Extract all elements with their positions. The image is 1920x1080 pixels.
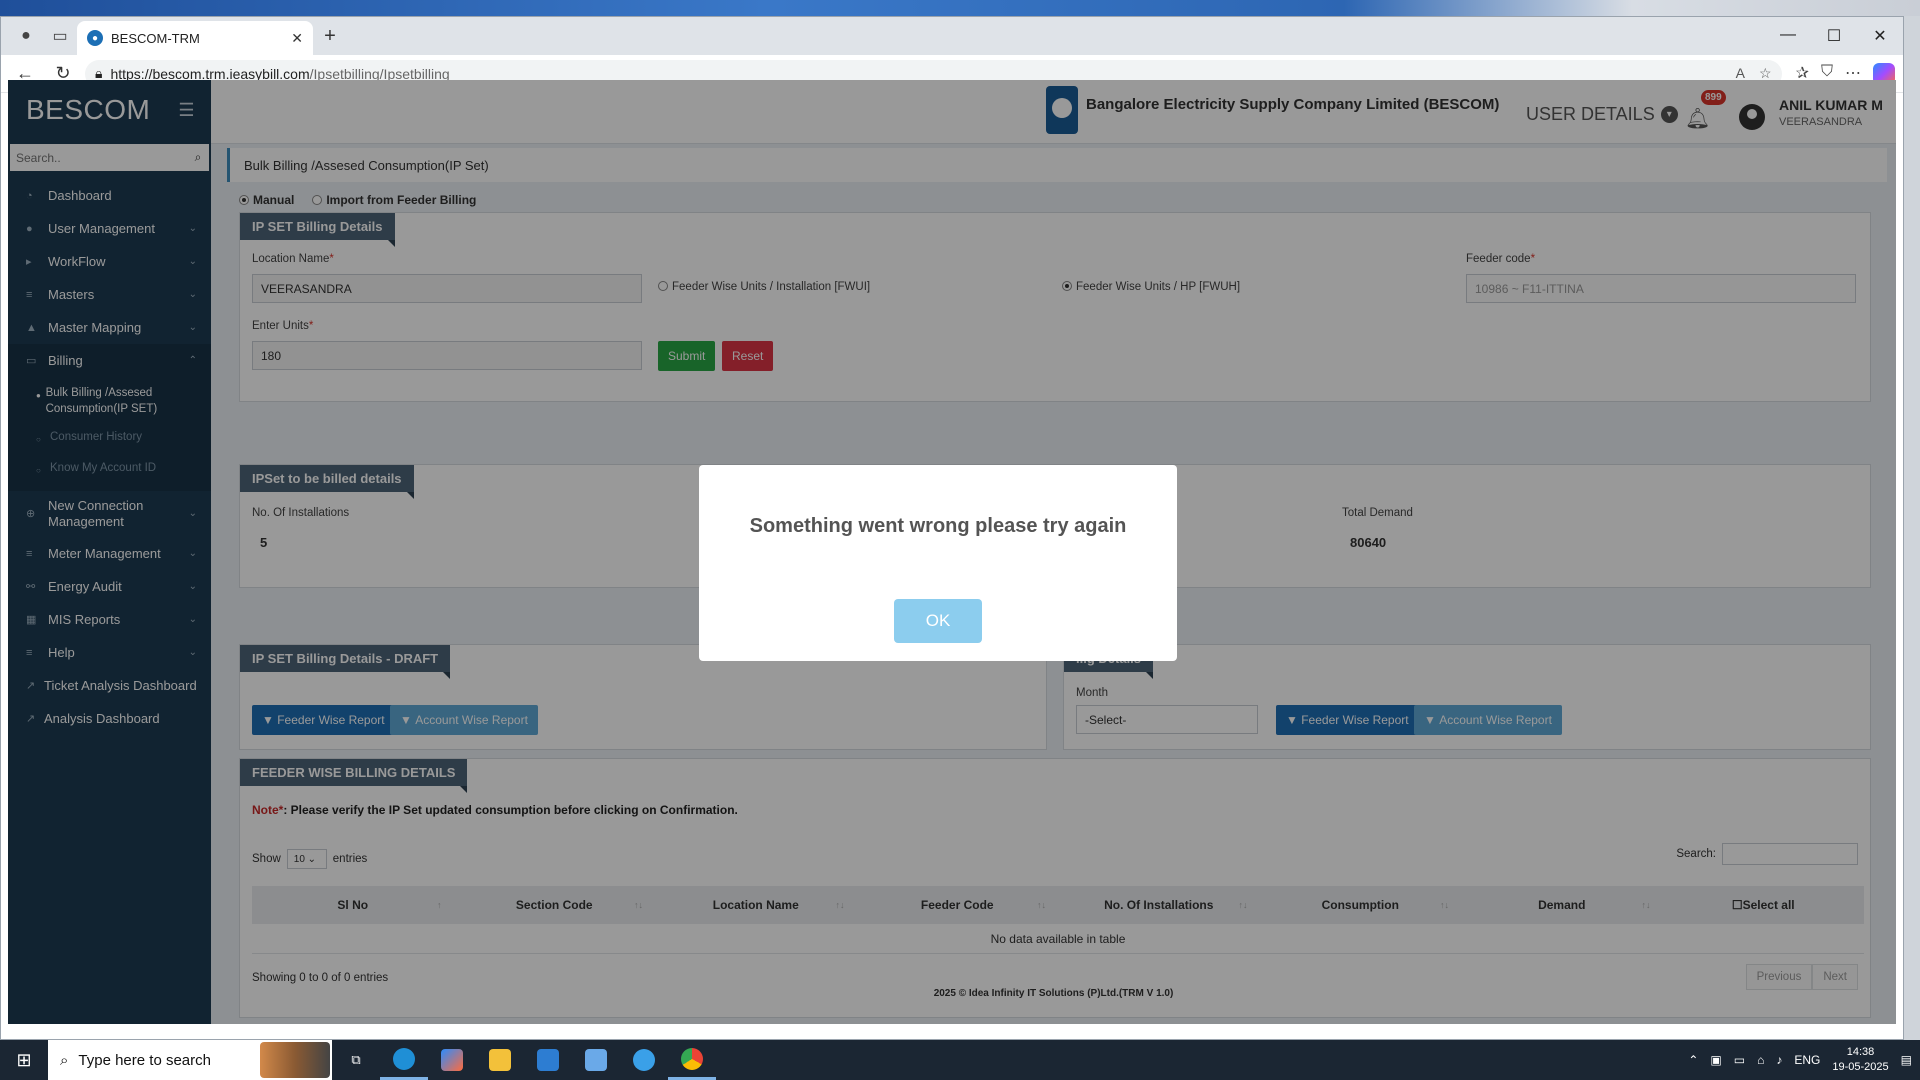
clock-time: 14:38 <box>1846 1046 1875 1058</box>
taskbar: ⊞ ⌕ Type here to search ⧉ ⌃ ▣ ▭ ⌂ ♪ ENG … <box>0 1040 1920 1080</box>
system-tray: ⌃ ▣ ▭ ⌂ ♪ ENG 14:38 19-05-2025 ▤ <box>1688 1045 1920 1075</box>
tray-display-icon[interactable]: ▭ <box>1734 1053 1745 1067</box>
window-controls: — ☐ ✕ <box>1765 26 1903 46</box>
task-view-icon[interactable]: ⧉ <box>332 1040 380 1080</box>
tray-chevron-icon[interactable]: ⌃ <box>1688 1053 1698 1067</box>
copilot-logo <box>441 1049 463 1071</box>
desktop-background <box>0 0 1920 16</box>
copilot-taskbar-icon[interactable] <box>428 1040 476 1080</box>
search-icon: ⌕ <box>60 1051 69 1069</box>
network-icon[interactable]: ⌂ <box>1757 1053 1764 1067</box>
tab-title: BESCOM-TRM <box>111 30 200 46</box>
tray-app-icon[interactable]: ▣ <box>1710 1053 1721 1067</box>
favicon-icon: ● <box>87 30 103 46</box>
store-icon[interactable] <box>524 1040 572 1080</box>
error-dialog: Something went wrong please try again OK <box>699 465 1177 661</box>
language-indicator[interactable]: ENG <box>1794 1053 1820 1067</box>
clock-date: 19-05-2025 <box>1832 1061 1889 1073</box>
app-logo <box>585 1049 607 1071</box>
folder-logo <box>489 1049 511 1071</box>
clock[interactable]: 14:38 19-05-2025 <box>1832 1045 1888 1075</box>
ie-logo <box>633 1049 655 1071</box>
chrome-icon[interactable] <box>668 1040 716 1080</box>
tab-actions-icon[interactable]: ▭ <box>43 21 77 51</box>
profile-icon[interactable]: ● <box>9 21 43 51</box>
volume-icon[interactable]: ♪ <box>1776 1053 1782 1067</box>
notification-center-icon[interactable]: ▤ <box>1901 1053 1912 1067</box>
maximize-icon[interactable]: ☐ <box>1811 26 1857 46</box>
minimize-icon[interactable]: — <box>1765 26 1811 46</box>
windows-start-icon[interactable]: ⊞ <box>0 1050 48 1071</box>
edge-logo <box>393 1047 415 1070</box>
desktop-edge <box>1904 16 1920 1040</box>
ie-icon[interactable] <box>620 1040 668 1080</box>
store-logo <box>537 1049 559 1071</box>
close-window-icon[interactable]: ✕ <box>1857 26 1903 46</box>
tab-bar: ● ▭ ● BESCOM-TRM ✕ + — ☐ ✕ <box>1 17 1903 55</box>
app-icon[interactable] <box>572 1040 620 1080</box>
close-tab-icon[interactable]: ✕ <box>291 30 303 47</box>
taskbar-search[interactable]: ⌕ Type here to search <box>48 1040 332 1080</box>
new-tab-button[interactable]: + <box>313 25 347 48</box>
chrome-logo <box>681 1047 703 1070</box>
taskbar-search-placeholder: Type here to search <box>78 1051 211 1069</box>
dialog-message: Something went wrong please try again <box>749 515 1127 537</box>
file-explorer-icon[interactable] <box>476 1040 524 1080</box>
ok-button[interactable]: OK <box>894 599 982 643</box>
edge-icon[interactable] <box>380 1040 428 1080</box>
tab-bescom[interactable]: ● BESCOM-TRM ✕ <box>77 21 313 55</box>
search-highlight-image <box>260 1042 330 1078</box>
